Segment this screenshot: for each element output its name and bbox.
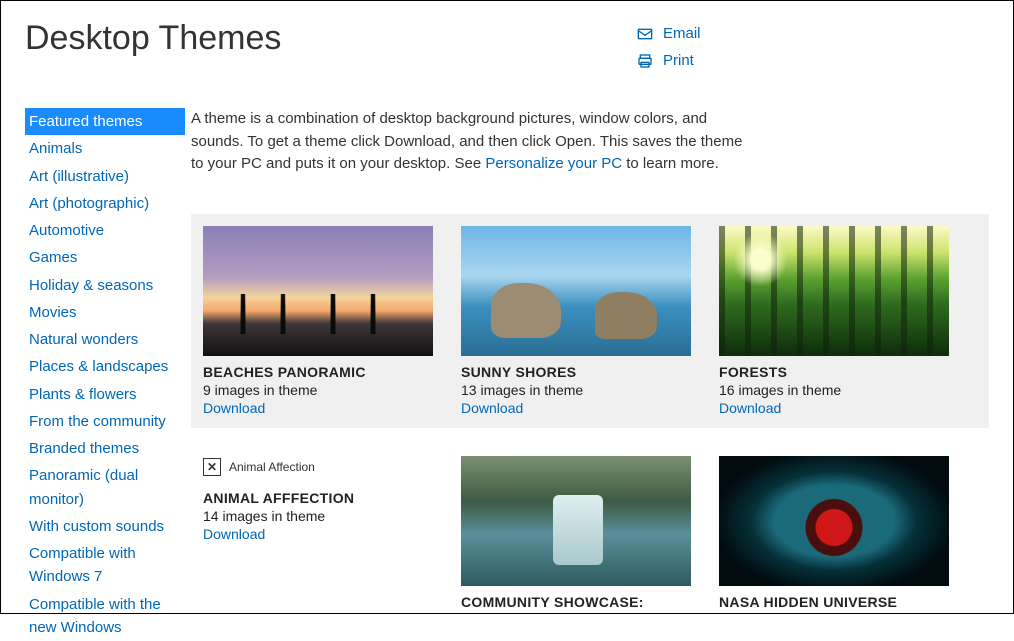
sidebar-item-branded-themes[interactable]: Branded themes: [25, 435, 145, 462]
download-link[interactable]: Download: [461, 400, 691, 416]
download-link[interactable]: Download: [203, 400, 433, 416]
theme-title: ANIMAL AFFFECTION: [203, 490, 433, 506]
print-link[interactable]: Print: [637, 52, 701, 69]
broken-image-placeholder: ✕ Animal Affection: [203, 456, 433, 482]
sidebar-item-compatible-with-windows-7[interactable]: Compatible with Windows 7: [25, 540, 191, 591]
theme-title: BEACHES PANORAMIC: [203, 364, 433, 380]
sidebar-item-movies[interactable]: Movies: [25, 299, 83, 326]
theme-subtitle: 9 images in theme: [203, 382, 433, 398]
sidebar-item-automotive[interactable]: Automotive: [25, 217, 110, 244]
download-link[interactable]: Download: [203, 526, 433, 542]
theme-title: NASA HIDDEN UNIVERSE: [719, 594, 949, 610]
theme-thumbnail[interactable]: [719, 456, 949, 586]
email-label: Email: [663, 25, 701, 42]
sidebar-item-compatible-with-the-new-windows[interactable]: Compatible with the new Windows: [25, 591, 191, 641]
sidebar-item-panoramic-dual-monitor[interactable]: Panoramic (dual monitor): [25, 462, 191, 513]
sidebar-item-places-landscapes[interactable]: Places & landscapes: [25, 353, 174, 380]
theme-title: SUNNY SHORES: [461, 364, 691, 380]
sidebar-item-art-illustrative[interactable]: Art (illustrative): [25, 163, 135, 190]
broken-image-icon: ✕: [203, 458, 221, 476]
theme-card-sunny-shores: SUNNY SHORES 13 images in theme Download: [461, 226, 691, 416]
share-actions: Email Print: [637, 25, 701, 79]
download-link[interactable]: Download: [719, 400, 949, 416]
email-icon: [637, 26, 653, 42]
theme-thumbnail[interactable]: [461, 226, 691, 356]
broken-image-alt: Animal Affection: [229, 460, 315, 474]
theme-row-featured: BEACHES PANORAMIC 9 images in theme Down…: [191, 214, 989, 428]
print-label: Print: [663, 52, 694, 69]
sidebar-item-holiday-seasons[interactable]: Holiday & seasons: [25, 272, 159, 299]
theme-thumbnail[interactable]: [203, 226, 433, 356]
print-icon: [637, 53, 653, 69]
theme-title: COMMUNITY SHOWCASE:: [461, 594, 691, 610]
theme-thumbnail[interactable]: [461, 456, 691, 586]
theme-card-forests: FORESTS 16 images in theme Download: [719, 226, 949, 416]
sidebar-item-featured-themes[interactable]: Featured themes: [25, 108, 185, 135]
intro-post: to learn more.: [622, 155, 719, 172]
theme-thumbnail[interactable]: [719, 226, 949, 356]
theme-subtitle: 13 images in theme: [461, 382, 691, 398]
sidebar-item-plants-flowers[interactable]: Plants & flowers: [25, 381, 143, 408]
sidebar-item-games[interactable]: Games: [25, 244, 83, 271]
sidebar-item-natural-wonders[interactable]: Natural wonders: [25, 326, 144, 353]
theme-card-community-showcase: COMMUNITY SHOWCASE:: [461, 456, 691, 610]
theme-subtitle: 16 images in theme: [719, 382, 949, 398]
main-content: A theme is a combination of desktop back…: [191, 108, 1013, 641]
theme-card-nasa: NASA HIDDEN UNIVERSE: [719, 456, 949, 610]
category-sidebar: Featured themesAnimalsArt (illustrative)…: [1, 108, 191, 641]
theme-card-beaches: BEACHES PANORAMIC 9 images in theme Down…: [203, 226, 433, 416]
theme-card-animal-affection: ✕ Animal Affection ANIMAL AFFFECTION 14 …: [203, 456, 433, 610]
theme-subtitle: 14 images in theme: [203, 508, 433, 524]
intro-text: A theme is a combination of desktop back…: [191, 108, 751, 176]
sidebar-item-from-the-community[interactable]: From the community: [25, 408, 172, 435]
page-title: Desktop Themes: [1, 1, 1013, 58]
theme-title: FORESTS: [719, 364, 949, 380]
sidebar-item-art-photographic[interactable]: Art (photographic): [25, 190, 155, 217]
personalize-link[interactable]: Personalize your PC: [485, 155, 622, 172]
theme-row-secondary: ✕ Animal Affection ANIMAL AFFFECTION 14 …: [191, 444, 989, 622]
email-link[interactable]: Email: [637, 25, 701, 42]
sidebar-item-animals[interactable]: Animals: [25, 135, 88, 162]
sidebar-item-with-custom-sounds[interactable]: With custom sounds: [25, 513, 170, 540]
